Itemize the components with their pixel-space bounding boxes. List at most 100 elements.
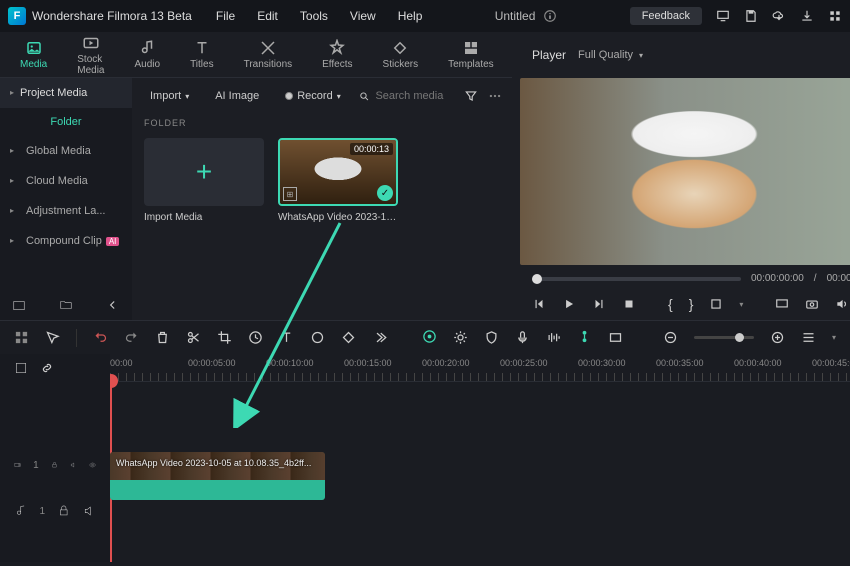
lock-icon[interactable]	[57, 504, 70, 518]
menu-view[interactable]: View	[350, 9, 376, 23]
menu-tools[interactable]: Tools	[300, 9, 328, 23]
monitor-icon[interactable]	[716, 9, 730, 23]
prev-frame-icon[interactable]	[532, 297, 546, 311]
filter-icon[interactable]	[464, 89, 478, 103]
more-icon[interactable]	[488, 89, 502, 103]
collapse-sidebar-icon[interactable]	[106, 298, 120, 312]
ai-tool-icon[interactable]	[422, 329, 437, 344]
export-icon[interactable]	[800, 9, 814, 23]
undo-icon[interactable]	[93, 330, 108, 345]
mute-icon[interactable]	[83, 504, 96, 518]
track-display-icon[interactable]	[801, 330, 816, 345]
project-title[interactable]: Untitled	[495, 9, 536, 23]
layout-icon[interactable]	[14, 330, 29, 345]
volume-icon[interactable]	[835, 297, 849, 311]
timeline: 1 1 00:00 00:00:05:00 00:00:10:00 00:00:…	[0, 354, 850, 562]
play-icon[interactable]	[562, 297, 576, 311]
save-icon[interactable]	[744, 9, 758, 23]
scrub-bar[interactable]	[532, 277, 741, 281]
tab-stickers[interactable]: Stickers	[383, 39, 419, 70]
select-tool-icon[interactable]	[45, 330, 60, 345]
video-preview[interactable]	[520, 78, 850, 265]
sidebar-compound-clip[interactable]: ▸Compound ClipAI	[0, 226, 132, 256]
project-title-area: Untitled	[426, 9, 625, 23]
tab-effects[interactable]: Effects	[322, 39, 352, 70]
search-media[interactable]	[359, 90, 454, 103]
camera-icon[interactable]	[805, 297, 819, 311]
crop-tool-icon[interactable]	[709, 297, 723, 311]
tab-media[interactable]: Media	[20, 39, 47, 70]
import-dropdown[interactable]: Import ▾	[142, 86, 197, 106]
tab-audio[interactable]: Audio	[134, 39, 160, 70]
tab-templates[interactable]: Templates	[448, 39, 494, 70]
lock-icon[interactable]	[51, 458, 58, 472]
mute-icon[interactable]	[70, 458, 77, 472]
zoom-out-icon[interactable]	[663, 330, 678, 345]
tab-stock-media[interactable]: Stock Media	[77, 34, 104, 76]
magnet-icon[interactable]	[14, 361, 28, 375]
audio-track-icon	[14, 504, 27, 518]
redo-icon[interactable]	[124, 330, 139, 345]
audio-tool-icon[interactable]	[546, 330, 561, 345]
sidebar-folder[interactable]: Folder	[0, 108, 132, 136]
track-area[interactable]: 00:00 00:00:05:00 00:00:10:00 00:00:15:0…	[110, 354, 850, 562]
color-icon[interactable]	[310, 330, 325, 345]
cut-icon[interactable]	[186, 330, 201, 345]
video-clip-label: WhatsApp Video 2023-10-05...	[278, 212, 398, 223]
tab-titles[interactable]: Titles	[190, 39, 214, 70]
time-ruler[interactable]: 00:00 00:00:05:00 00:00:10:00 00:00:15:0…	[110, 354, 850, 382]
video-track-header[interactable]: 1	[0, 442, 110, 488]
audio-track-header[interactable]: 1	[0, 488, 110, 534]
text-icon[interactable]	[279, 330, 294, 345]
frame-icon[interactable]	[608, 330, 623, 345]
sidebar-project-media[interactable]: ▸Project Media	[0, 78, 132, 108]
ai-image-button[interactable]: AI Image	[207, 86, 267, 106]
tab-transitions[interactable]: Transitions	[244, 39, 293, 70]
menu-help[interactable]: Help	[398, 9, 423, 23]
menu-edit[interactable]: Edit	[257, 9, 278, 23]
visibility-icon[interactable]	[89, 458, 96, 472]
keyframe-icon[interactable]	[341, 330, 356, 345]
sidebar-cloud-media[interactable]: ▸Cloud Media	[0, 166, 132, 196]
feedback-button[interactable]: Feedback	[630, 7, 702, 25]
new-folder-icon[interactable]	[59, 298, 73, 312]
video-track-icon	[14, 458, 21, 472]
more-tools-icon[interactable]	[372, 330, 387, 345]
mark-out-icon[interactable]: }	[689, 296, 694, 312]
new-bin-icon[interactable]	[12, 298, 26, 312]
import-media-card[interactable]: + Import Media	[144, 138, 264, 223]
added-check-icon: ✓	[377, 185, 393, 201]
timeline-clip[interactable]: WhatsApp Video 2023-10-05 at 10.08.35_4b…	[110, 452, 325, 500]
player-title: Player	[532, 48, 566, 62]
next-frame-icon[interactable]	[592, 297, 606, 311]
delete-icon[interactable]	[155, 330, 170, 345]
app-name: Wondershare Filmora 13 Beta	[32, 9, 192, 23]
crop-icon[interactable]	[217, 330, 232, 345]
zoom-in-icon[interactable]	[770, 330, 785, 345]
zoom-slider[interactable]	[694, 336, 754, 339]
sidebar-global-media[interactable]: ▸Global Media	[0, 136, 132, 166]
link-icon[interactable]	[40, 361, 54, 375]
speed-icon[interactable]	[248, 330, 263, 345]
menu-file[interactable]: File	[216, 9, 235, 23]
apps-icon[interactable]	[828, 9, 842, 23]
video-clip-card[interactable]: 00:00:13 ⊞ ✓ WhatsApp Video 2023-10-05..…	[278, 138, 398, 223]
shield-icon[interactable]	[484, 330, 499, 345]
sidebar-adjustment-layer[interactable]: ▸Adjustment La...	[0, 196, 132, 226]
mark-in-icon[interactable]: {	[668, 296, 673, 312]
search-input[interactable]	[375, 90, 454, 102]
media-content: Import ▾ AI Image Record ▾ FOLDER + Impo…	[132, 78, 512, 320]
media-sidebar: ▸Project Media Folder ▸Global Media ▸Clo…	[0, 78, 132, 320]
display-icon[interactable]	[775, 297, 789, 311]
info-icon[interactable]	[543, 9, 557, 23]
brightness-icon[interactable]	[453, 330, 468, 345]
titlebar-right: Feedback	[630, 7, 842, 25]
record-dropdown[interactable]: Record ▾	[277, 86, 348, 106]
cloud-icon[interactable]	[772, 9, 786, 23]
marker-icon[interactable]	[577, 329, 592, 344]
quality-dropdown[interactable]: Full Quality ▾	[578, 49, 643, 61]
preview-panel: Player Full Quality ▾ 00:00:00:00 / 00:0…	[512, 32, 850, 320]
duration-chip: 00:00:13	[350, 143, 393, 155]
stop-icon[interactable]	[622, 297, 636, 311]
mic-icon[interactable]	[515, 330, 530, 345]
